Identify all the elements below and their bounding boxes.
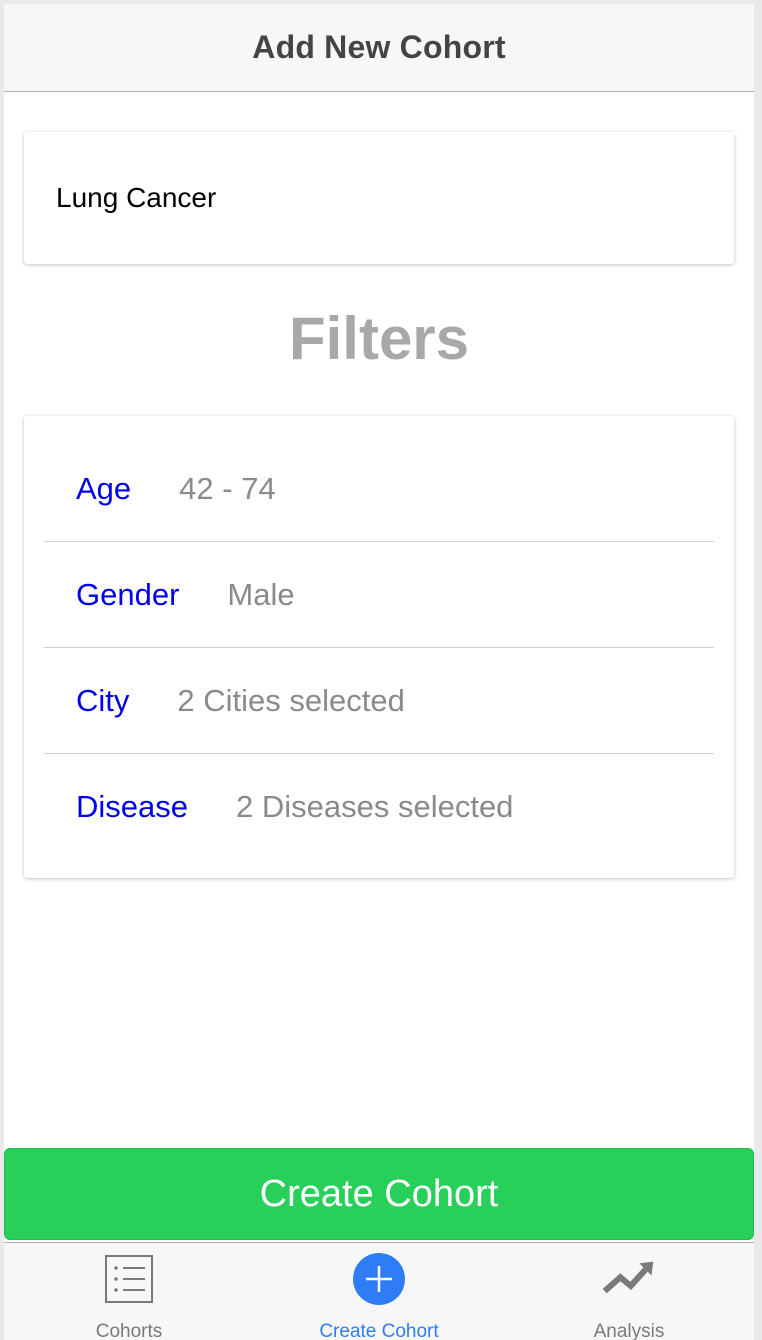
tab-label: Create Cohort: [319, 1321, 439, 1340]
cohort-name-input[interactable]: [56, 182, 696, 214]
filter-label: Age: [76, 470, 132, 506]
filters-list: Age 42 - 74 Gender Male City 2 Cities se…: [24, 416, 734, 878]
trending-up-icon: [603, 1253, 655, 1305]
filter-value: 2 Cities selected: [177, 682, 405, 718]
tab-create-cohort[interactable]: Create Cohort: [254, 1243, 504, 1340]
filter-value: Male: [227, 576, 295, 612]
app-screen: Add New Cohort Filters Age 42 - 74 Gende…: [4, 4, 754, 1340]
list-icon: [103, 1253, 155, 1305]
tab-label: Analysis: [593, 1321, 665, 1340]
filter-label: Gender: [76, 576, 180, 612]
page-title: Add New Cohort: [252, 29, 506, 65]
filter-row-city[interactable]: City 2 Cities selected: [44, 648, 714, 754]
filter-value: 42 - 74: [179, 470, 276, 506]
tab-cohorts[interactable]: Cohorts: [4, 1243, 254, 1340]
filters-heading: Filters: [288, 305, 470, 372]
filter-row-disease[interactable]: Disease 2 Diseases selected: [44, 754, 714, 860]
create-cohort-button[interactable]: Create Cohort: [4, 1148, 754, 1240]
filter-row-age[interactable]: Age 42 - 74: [44, 436, 714, 542]
navigation-bar: Add New Cohort: [4, 4, 754, 92]
tab-bar: Cohorts Create Cohort Analysis: [4, 1242, 754, 1340]
plus-circle-icon: [353, 1253, 405, 1305]
tab-label: Cohorts: [95, 1321, 163, 1340]
filter-value: 2 Diseases selected: [236, 789, 514, 824]
filter-row-gender[interactable]: Gender Male: [44, 542, 714, 648]
filter-label: City: [76, 682, 130, 718]
filter-label: Disease: [76, 789, 188, 824]
cohort-name-card: [24, 132, 734, 264]
tab-analysis[interactable]: Analysis: [504, 1243, 754, 1340]
